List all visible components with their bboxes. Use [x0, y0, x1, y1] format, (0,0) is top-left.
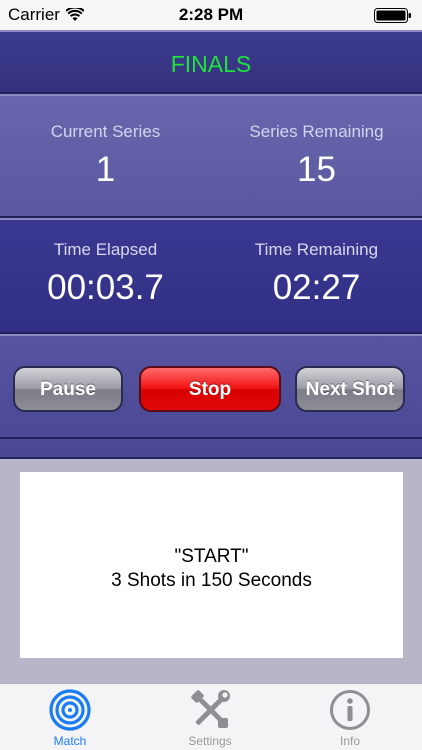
pause-button[interactable]: Pause — [13, 366, 123, 412]
time-remaining: Time Remaining 02:27 — [211, 240, 422, 308]
next-shot-button[interactable]: Next Shot — [295, 366, 405, 412]
page-title: FINALS — [170, 51, 252, 77]
time-remaining-label: Time Remaining — [254, 240, 379, 259]
message-command: "START" — [174, 546, 249, 567]
stop-button[interactable]: Stop — [139, 366, 281, 412]
current-series-value: 1 — [95, 150, 116, 189]
tab-settings-label: Settings — [188, 734, 232, 748]
time-remaining-value: 02:27 — [272, 268, 361, 307]
divider-strip — [0, 439, 422, 459]
tab-match-label: Match — [53, 734, 87, 748]
time-elapsed-value: 00:03.7 — [47, 268, 164, 307]
tab-info-label: Info — [339, 734, 360, 748]
series-panel: Current Series 1 Series Remaining 15 — [0, 94, 422, 218]
message-detail: 3 Shots in 150 Seconds — [111, 570, 312, 591]
status-time: 2:28 PM — [178, 5, 244, 24]
time-panel: Time Elapsed 00:03.7 Time Remaining 02:2… — [0, 218, 422, 334]
current-series-label: Current Series — [50, 122, 161, 141]
controls-panel: Pause Stop Next Shot — [0, 334, 422, 439]
target-icon — [49, 689, 91, 731]
message-area: "START" 3 Shots in 150 Seconds — [0, 459, 422, 683]
message-box: "START" 3 Shots in 150 Seconds — [20, 472, 403, 658]
battery-icon — [374, 8, 411, 23]
tab-settings[interactable]: Settings — [140, 684, 280, 750]
series-remaining: Series Remaining 15 — [211, 122, 422, 190]
tab-info[interactable]: Info — [280, 684, 420, 750]
time-elapsed: Time Elapsed 00:03.7 — [0, 240, 211, 308]
tools-icon — [191, 690, 230, 728]
time-elapsed-label: Time Elapsed — [53, 240, 158, 259]
series-remaining-value: 15 — [297, 150, 336, 189]
info-icon — [330, 690, 370, 730]
title-panel: FINALS — [0, 30, 422, 94]
tab-match[interactable]: Match — [0, 684, 140, 750]
status-bar: Carrier 2:28 PM — [0, 0, 422, 30]
current-series: Current Series 1 — [0, 122, 211, 190]
tab-bar: Match Settings Info — [0, 683, 422, 750]
series-remaining-label: Series Remaining — [249, 122, 384, 141]
